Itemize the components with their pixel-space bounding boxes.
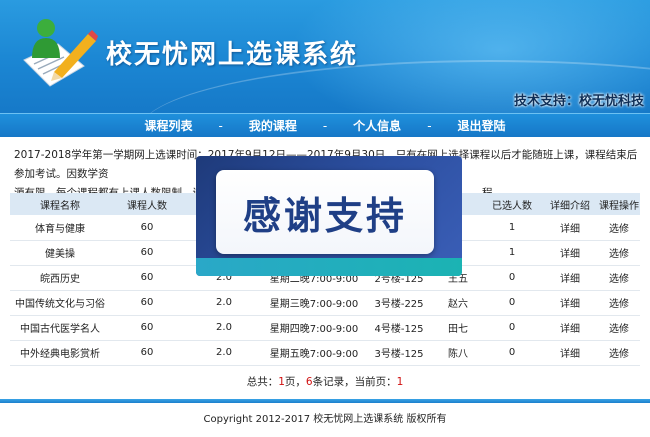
nav-course-list[interactable]: 课程列表 — [134, 117, 202, 134]
pager-mid-1: 页， — [284, 376, 306, 388]
course-room: 3号楼-125 — [374, 349, 424, 360]
course-name: 健美操 — [45, 249, 75, 260]
course-selected: 1 — [508, 247, 516, 258]
detail-link[interactable]: 详细 — [542, 290, 598, 315]
footer-copyright: Copyright 2012-2017 校无忧网上选课系统 版权所有 — [203, 414, 447, 425]
course-capacity: 60 — [140, 297, 154, 308]
detail-link[interactable]: 详细 — [542, 315, 598, 340]
course-time: 星期五晚7:00-9:00 — [269, 349, 359, 360]
course-capacity: 60 — [140, 221, 154, 233]
pager-record-count: 6 — [305, 376, 313, 388]
select-course-link[interactable]: 选修 — [598, 265, 640, 290]
course-capacity: 60 — [140, 347, 154, 358]
pager-mid-2: 条记录，当前页： — [312, 376, 397, 388]
detail-link[interactable]: 详细 — [542, 265, 598, 290]
select-course-link[interactable]: 选修 — [598, 315, 640, 340]
course-name: 中外经典电影赏析 — [20, 349, 100, 360]
pager-total-pages: 1 — [278, 376, 285, 388]
footer-divider — [0, 399, 650, 403]
select-course-link[interactable]: 选修 — [598, 240, 640, 265]
site-title: 校无忧网上选课系统 — [106, 40, 359, 70]
table-row: 中国古代医学名人 60 2.0 星期四晚7:00-9:00 4号楼-125 田七… — [10, 315, 640, 340]
course-selected: 1 — [508, 221, 516, 233]
course-selected: 0 — [508, 297, 516, 308]
nav-separator: - — [427, 118, 432, 133]
nav-logout[interactable]: 退出登陆 — [448, 117, 516, 134]
pager-current-page: 1 — [396, 376, 404, 388]
course-teacher: 田七 — [448, 324, 468, 335]
pager-prefix: 总共： — [246, 376, 279, 388]
thanks-overlay-card: 感谢支持 — [216, 170, 434, 254]
course-capacity: 60 — [140, 247, 154, 258]
course-name: 皖西历史 — [40, 274, 80, 285]
thanks-overlay-text: 感谢支持 — [242, 193, 407, 238]
col-course-name: 课程名称 — [40, 200, 80, 212]
detail-link[interactable]: 详细 — [542, 240, 598, 265]
nav-separator: - — [322, 118, 328, 133]
thanks-overlay-tail — [196, 258, 462, 276]
course-credit: 2.0 — [216, 347, 232, 358]
col-capacity: 课程人数 — [127, 200, 167, 212]
course-credit: 2.0 — [216, 297, 232, 308]
course-selected: 0 — [508, 347, 516, 358]
course-time: 星期三晚7:00-9:00 — [269, 299, 359, 310]
user-pencil-logo-icon — [23, 19, 98, 87]
detail-link[interactable]: 详细 — [542, 340, 598, 365]
detail-link[interactable]: 详细 — [542, 215, 598, 240]
table-row: 中外经典电影赏析 60 2.0 星期五晚7:00-9:00 3号楼-125 陈八… — [10, 340, 640, 365]
nav-separator: - — [218, 118, 223, 133]
course-room: 3号楼-225 — [374, 299, 424, 310]
col-selected: 已选人数 — [492, 200, 532, 212]
tech-support-label: 技术支持：校无忧科技 — [513, 94, 644, 109]
course-name: 体育与健康 — [35, 223, 85, 235]
pagination-summary: 总共：1页，6条记录，当前页：1 — [0, 374, 650, 389]
thanks-overlay-banner: 感谢支持 — [196, 156, 462, 276]
course-selected: 0 — [508, 322, 516, 333]
select-course-link[interactable]: 选修 — [598, 340, 640, 365]
course-teacher: 赵六 — [448, 299, 468, 310]
col-detail: 详细介绍 — [550, 200, 590, 212]
select-course-link[interactable]: 选修 — [598, 290, 640, 315]
course-room: 4号楼-125 — [374, 324, 424, 335]
main-nav: 课程列表 - 我的课程 - 个人信息 - 退出登陆 — [0, 113, 650, 137]
course-capacity: 60 — [140, 272, 154, 283]
nav-personal-info[interactable]: 个人信息 — [343, 117, 411, 134]
nav-my-courses[interactable]: 我的课程 — [239, 117, 307, 134]
course-name: 中国古代医学名人 — [20, 324, 100, 335]
course-capacity: 60 — [140, 322, 154, 333]
course-credit: 2.0 — [216, 322, 232, 333]
course-name: 中国传统文化与习俗 — [15, 299, 105, 310]
table-row: 中国传统文化与习俗 60 2.0 星期三晚7:00-9:00 3号楼-225 赵… — [10, 290, 640, 315]
header-banner: 校无忧网上选课系统 技术支持：校无忧科技 — [0, 0, 650, 113]
course-teacher: 陈八 — [448, 349, 468, 360]
select-course-link[interactable]: 选修 — [598, 215, 640, 240]
course-time: 星期四晚7:00-9:00 — [269, 324, 359, 335]
course-selected: 0 — [508, 272, 516, 283]
col-action: 课程操作 — [599, 200, 639, 212]
